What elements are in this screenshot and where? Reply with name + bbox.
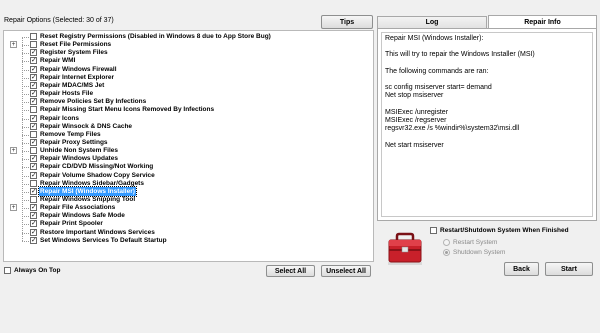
info-line xyxy=(385,133,589,141)
tree-branch-line xyxy=(22,200,29,201)
tree-branch-line xyxy=(22,191,29,193)
tree-item-checkbox[interactable]: ✓ xyxy=(30,81,37,89)
radio-restart-indicator[interactable] xyxy=(443,239,450,246)
tree-item[interactable]: ✓ Set Windows Services To Default Startup xyxy=(4,236,364,245)
tree-item-checkbox[interactable]: ✓ xyxy=(30,98,37,106)
tree-branch-line xyxy=(22,208,29,210)
back-button[interactable]: Back xyxy=(504,262,539,276)
tree-branch-line xyxy=(22,240,29,242)
tree-branch-line xyxy=(22,110,29,112)
info-line xyxy=(385,76,589,84)
info-line: regsvr32.exe /s %windir%\system32\msi.dl… xyxy=(385,125,520,133)
tree-branch-line xyxy=(22,37,29,38)
info-line: This will try to repair the Windows Inst… xyxy=(385,51,535,59)
tree-item-checkbox[interactable]: ✓ xyxy=(30,114,37,122)
select-all-button[interactable]: Select All xyxy=(266,265,315,277)
tree-branch-line xyxy=(22,216,29,218)
tree-item-checkbox[interactable]: ✓ xyxy=(30,65,37,73)
info-line: MSIExec /unregister xyxy=(385,108,449,116)
always-on-top-option[interactable]: Always On Top xyxy=(4,267,60,274)
tree-item-checkbox[interactable]: ✓ xyxy=(30,171,37,179)
repair-info-text[interactable]: Repair MSI (Windows Installer): This will… xyxy=(381,32,593,217)
info-line: The following commands are ran: xyxy=(385,67,489,75)
info-line xyxy=(385,60,589,68)
tree-branch-line xyxy=(22,77,29,79)
tree-branch-line xyxy=(22,151,29,153)
tab-repair-info[interactable]: Repair Info xyxy=(488,15,597,28)
tree-item-checkbox[interactable]: ✓ xyxy=(30,57,37,65)
tree-item-checkbox[interactable] xyxy=(30,106,37,114)
tips-button[interactable]: Tips xyxy=(321,15,373,29)
start-button[interactable]: Start xyxy=(545,262,593,276)
tree-branch-line xyxy=(22,45,29,47)
tab-strip: Log Repair Info xyxy=(377,15,597,28)
restart-system-radio[interactable]: Restart System xyxy=(443,239,497,246)
tree-item-checkbox[interactable]: ✓ xyxy=(30,122,37,130)
repair-info-panel: Repair MSI (Windows Installer): This will… xyxy=(377,28,597,221)
always-on-top-checkbox[interactable] xyxy=(4,267,11,274)
info-line: MSIExec /regserver xyxy=(385,116,447,124)
tree-branch-line xyxy=(22,85,29,87)
always-on-top-label: Always On Top xyxy=(14,267,61,274)
restart-system-label: Restart System xyxy=(453,239,498,246)
restart-shutdown-checkbox[interactable] xyxy=(430,227,437,234)
tree-branch-line xyxy=(22,118,29,120)
tree-item-checkbox[interactable] xyxy=(30,147,37,155)
tree-branch-line xyxy=(22,53,29,55)
tree-branch-line xyxy=(22,134,29,136)
tree-item-checkbox[interactable]: ✓ xyxy=(30,220,37,228)
tree-branch-line xyxy=(22,175,29,177)
shutdown-system-label: Shutdown System xyxy=(453,249,506,256)
tree-branch-line xyxy=(22,142,29,144)
tree-item-checkbox[interactable]: ✓ xyxy=(30,138,37,146)
tree-branch-line xyxy=(22,69,29,71)
tree-item-checkbox[interactable]: ✓ xyxy=(30,73,37,81)
info-line: Net stop msiserver xyxy=(385,92,444,100)
tree-branch-line xyxy=(22,61,29,63)
info-line: sc config msiserver start= demand xyxy=(385,84,492,92)
tree-item-checkbox[interactable] xyxy=(30,130,37,138)
tree-item-checkbox[interactable] xyxy=(30,41,37,49)
tree-item-checkbox[interactable]: ✓ xyxy=(30,90,37,98)
restart-shutdown-label: Restart/Shutdown System When Finished xyxy=(440,227,569,234)
shutdown-system-radio[interactable]: Shutdown System xyxy=(443,249,505,256)
restart-shutdown-option[interactable]: Restart/Shutdown System When Finished xyxy=(430,227,569,234)
tree-item-checkbox[interactable]: ✓ xyxy=(30,163,37,171)
info-line xyxy=(385,43,589,51)
tree-branch-line xyxy=(22,159,29,161)
tree-branch-line xyxy=(22,126,29,128)
expand-toggle-icon[interactable]: + xyxy=(10,204,17,212)
tree-item-checkbox[interactable] xyxy=(30,196,37,203)
tree-branch-line xyxy=(22,232,29,234)
tree-item-checkbox[interactable]: ✓ xyxy=(30,187,37,195)
tree-item-checkbox[interactable] xyxy=(30,179,37,187)
tree-branch-line xyxy=(22,102,29,104)
expand-toggle-icon[interactable]: + xyxy=(10,147,17,155)
toolbox-icon xyxy=(385,228,425,268)
tree-item-checkbox[interactable] xyxy=(30,33,37,40)
tree-item-checkbox[interactable]: ✓ xyxy=(30,212,37,220)
radio-shutdown-indicator[interactable] xyxy=(443,249,450,256)
repair-options-title: Repair Options (Selected: 30 of 37) xyxy=(4,17,114,24)
tree-item-checkbox[interactable]: ✓ xyxy=(30,236,37,244)
expand-toggle-icon[interactable]: + xyxy=(10,41,17,49)
tab-log[interactable]: Log xyxy=(377,16,487,28)
tree-item-checkbox[interactable]: ✓ xyxy=(30,49,37,57)
tree-item-label[interactable]: Set Windows Services To Default Startup xyxy=(39,236,168,245)
info-line xyxy=(385,101,589,109)
unselect-all-button[interactable]: Unselect All xyxy=(321,265,371,277)
tree-branch-line xyxy=(22,167,29,169)
tree-item-checkbox[interactable]: ✓ xyxy=(30,228,37,236)
repair-options-tree[interactable]: Reset Registry Permissions (Disabled in … xyxy=(3,30,374,262)
tree-branch-line xyxy=(22,224,29,226)
tree-item-checkbox[interactable]: ✓ xyxy=(30,155,37,163)
tree-branch-line xyxy=(22,183,29,185)
info-line: Repair MSI (Windows Installer): xyxy=(385,35,484,42)
tree-item-checkbox[interactable]: ✓ xyxy=(30,204,37,212)
info-line: Net start msiserver xyxy=(385,141,444,149)
tree-branch-line xyxy=(22,94,29,96)
